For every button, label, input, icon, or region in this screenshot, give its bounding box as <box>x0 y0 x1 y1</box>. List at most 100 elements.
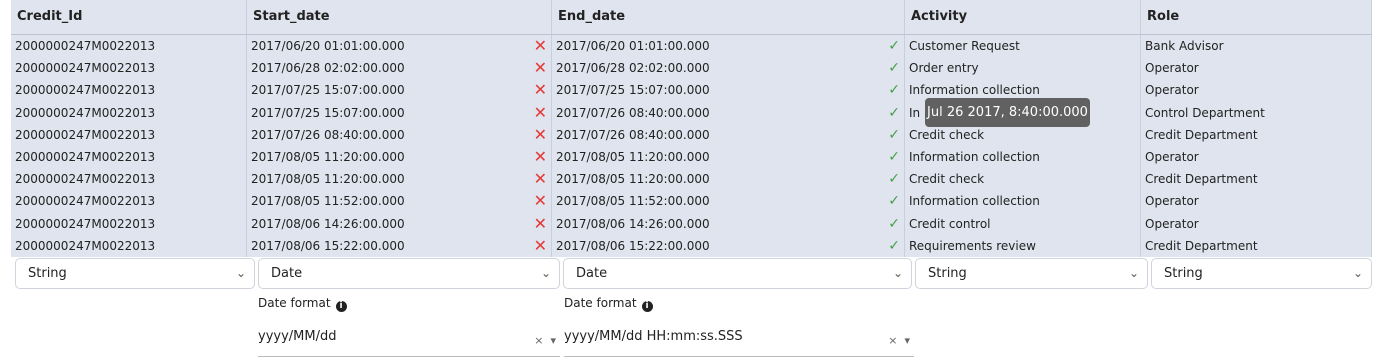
green-check-icon: ✓ <box>888 60 900 77</box>
cell-role: Operator <box>1141 190 1372 213</box>
cell-start-date: 2017/08/06 14:26:00.000 ✕ <box>247 212 552 235</box>
start-date-format-label: Date format i <box>258 296 347 312</box>
cell-credit-id: 2000000247M0022013 <box>11 168 247 191</box>
cell-text: 2017/07/26 08:40:00.000 <box>556 105 710 120</box>
clear-and-dropdown-icon[interactable]: × ▾ <box>534 330 556 352</box>
chevron-down-icon: ⌄ <box>1352 266 1363 280</box>
cell-role: Operator <box>1141 145 1372 169</box>
column-header-role[interactable]: Role <box>1141 0 1372 34</box>
green-check-icon: ✓ <box>888 104 900 121</box>
cell-text: Credit check <box>909 172 985 187</box>
start-date-format-input[interactable]: yyyy/MM/dd × ▾ <box>258 326 560 357</box>
green-check-icon: ✓ <box>888 171 900 188</box>
cell-role: Operator <box>1141 57 1372 80</box>
cell-text: Customer Request <box>909 39 1020 53</box>
cell-credit-id: 2000000247M0022013 <box>11 35 247 58</box>
cell-text: Credit Department <box>1145 238 1258 253</box>
cell-text: 2000000247M0022013 <box>15 61 156 76</box>
cell-text: Order entry <box>909 61 979 76</box>
table-row: 2000000247M0022013 2017/07/25 15:07:00.00… <box>11 101 1372 124</box>
cell-activity: Credit control <box>905 212 1141 235</box>
cell-text: 2017/07/25 15:07:00.000 <box>251 105 405 120</box>
cell-start-date: 2017/08/05 11:52:00.000 ✕ <box>247 190 552 213</box>
red-x-icon: ✕ <box>533 36 547 55</box>
chevron-down-icon: ⌄ <box>235 266 246 280</box>
table-row: 2000000247M0022013 2017/06/28 02:02:00.00… <box>11 57 1372 80</box>
cell-text: Operator <box>1145 149 1199 164</box>
info-icon[interactable]: i <box>641 301 653 312</box>
cell-end-date: 2017/08/06 15:22:00.000 ✓ <box>552 234 905 257</box>
cell-start-date: 2017/08/05 11:20:00.000 ✕ <box>247 145 552 169</box>
clear-and-dropdown-icon[interactable]: × ▾ <box>888 330 910 352</box>
cell-activity: Order entry <box>905 57 1141 80</box>
table-row: 2000000247M0022013 2017/07/25 15:07:00.00… <box>11 79 1372 102</box>
cell-text: In <box>909 105 921 120</box>
cell-text: 2017/08/06 14:26:00.000 <box>251 216 405 231</box>
cell-credit-id: 2000000247M0022013 <box>11 123 247 146</box>
cell-text: 2017/08/05 11:20:00.000 <box>251 172 405 187</box>
green-check-icon: ✓ <box>888 148 900 165</box>
cell-text: 2017/08/06 14:26:00.000 <box>556 216 710 231</box>
red-x-icon: ✕ <box>533 169 547 189</box>
info-icon[interactable]: i <box>335 301 347 312</box>
column-header-credit-id[interactable]: Credit_Id <box>11 0 247 34</box>
cell-start-date: 2017/08/06 15:22:00.000 ✕ <box>247 234 552 257</box>
select-value: String <box>1164 266 1203 281</box>
select-value: String <box>928 266 967 281</box>
cell-activity: Information collection <box>905 190 1141 213</box>
cell-start-date: 2017/06/20 01:01:00.000 ✕ <box>247 35 552 58</box>
type-select-activity[interactable]: String ⌄ <box>915 258 1148 289</box>
format-value: yyyy/MM/dd HH:mm:ss.SSS <box>564 329 743 344</box>
cell-text: 2017/06/28 02:02:00.000 <box>251 61 405 76</box>
cell-start-date: 2017/07/26 08:40:00.000 ✕ <box>247 123 552 146</box>
green-check-icon: ✓ <box>888 126 900 143</box>
cell-text: Credit control <box>909 216 991 231</box>
cell-credit-id: 2000000247M0022013 <box>11 212 247 235</box>
cell-start-date: 2017/07/25 15:07:00.000 ✕ <box>247 101 552 124</box>
cell-text: 2017/07/26 08:40:00.000 <box>251 127 405 142</box>
column-header-activity[interactable]: Activity <box>905 0 1141 34</box>
format-label-text: Date format <box>258 296 331 310</box>
cell-text: Requirements review <box>909 238 1036 253</box>
cell-text: 2000000247M0022013 <box>15 194 156 209</box>
cell-role: Operator <box>1141 79 1372 102</box>
cell-end-date: 2017/06/28 02:02:00.000 ✓ <box>552 57 905 80</box>
cell-role: Credit Department <box>1141 234 1372 257</box>
chevron-down-icon: ⌄ <box>540 266 551 280</box>
type-select-role[interactable]: String ⌄ <box>1151 258 1372 289</box>
table-body: 2000000247M0022013 2017/06/20 01:01:00.00… <box>11 35 1372 257</box>
cell-text: 2017/08/06 15:22:00.000 <box>556 238 710 253</box>
column-header-start-date[interactable]: Start_date <box>247 0 552 34</box>
cell-text: Operator <box>1145 61 1199 76</box>
table-row: 2000000247M0022013 2017/08/05 11:20:00.00… <box>11 145 1372 169</box>
end-date-format-input[interactable]: yyyy/MM/dd HH:mm:ss.SSS × ▾ <box>564 326 914 357</box>
cell-text: 2000000247M0022013 <box>15 83 156 98</box>
type-select-end-date[interactable]: Date ⌄ <box>563 258 912 289</box>
select-value: String <box>28 266 67 281</box>
chevron-down-icon: ⌄ <box>1128 266 1139 280</box>
table-header: Credit_Id Start_date End_date Activity R… <box>11 0 1372 35</box>
type-select-start-date[interactable]: Date ⌄ <box>258 258 560 289</box>
cell-role: Operator <box>1141 212 1372 235</box>
red-x-icon: ✕ <box>533 102 547 122</box>
cell-text: Information collection <box>909 194 1040 209</box>
cell-end-date: 2017/08/05 11:20:00.000 ✓ <box>552 168 905 191</box>
type-select-credit-id[interactable]: String ⌄ <box>15 258 255 289</box>
table-row: 2000000247M0022013 2017/08/06 14:26:00.00… <box>11 212 1372 235</box>
cell-activity: Credit check <box>905 123 1141 146</box>
cell-end-date: 2017/07/26 08:40:00.000 ✓ <box>552 101 905 124</box>
cell-text: 2017/07/25 15:07:00.000 <box>251 83 405 98</box>
table-row: 2000000247M0022013 2017/08/05 11:52:00.00… <box>11 190 1372 213</box>
cell-text: Credit check <box>909 127 985 142</box>
cell-text: 2017/06/28 02:02:00.000 <box>556 61 710 76</box>
red-x-icon: ✕ <box>533 235 547 255</box>
format-label-text: Date format <box>564 296 637 310</box>
cell-text: 2017/06/20 01:01:00.000 <box>251 39 405 53</box>
cell-text: 2017/08/05 11:52:00.000 <box>251 194 405 209</box>
cell-role: Credit Department <box>1141 123 1372 146</box>
cell-text: 2017/08/06 15:22:00.000 <box>251 238 405 253</box>
data-preview-table: Credit_Id Start_date End_date Activity R… <box>11 0 1372 257</box>
column-header-end-date[interactable]: End_date <box>552 0 905 34</box>
green-check-icon: ✓ <box>888 215 900 232</box>
cell-activity: Requirements review <box>905 234 1141 257</box>
